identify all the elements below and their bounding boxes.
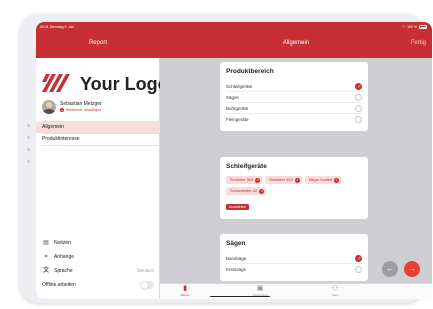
notes-icon: ▤ xyxy=(43,240,49,246)
option-label: Bohrgeräte xyxy=(226,106,249,111)
radio-circle[interactable] xyxy=(355,94,362,101)
document-icon: ▮ xyxy=(183,285,187,292)
option-label: Bandsäge xyxy=(226,256,247,261)
option-label: Sägen xyxy=(226,95,240,100)
people-icon: ⚇ xyxy=(331,285,339,292)
avatar xyxy=(42,100,56,114)
sidebar-attachments[interactable]: ⌗ Anhänge xyxy=(42,252,154,262)
card-scan-icon: ▣ xyxy=(256,285,264,292)
card-saegen: Sägen Bandsäge Kreissäge xyxy=(220,234,368,281)
tab-report[interactable]: ▮ Report xyxy=(165,285,205,299)
sidebar-item-allgemein[interactable]: Allgemein xyxy=(36,122,160,133)
sidebar-item-produktinteresse[interactable]: Produktinteresse xyxy=(36,134,160,145)
chip-label: Schschleifer 42 xyxy=(230,188,258,193)
sidebar-offline: Offline arbeiten xyxy=(42,280,154,290)
card-title: Schleifgeräte xyxy=(226,163,267,170)
remove-icon[interactable]: × xyxy=(255,177,261,183)
card-produktbereich: Produktbereich Schleifgeräte Sägen Bohrg… xyxy=(220,62,368,131)
tab-label: Report xyxy=(180,293,190,297)
add-participant-label: Teilnehmer hinzufügen xyxy=(65,108,102,112)
app-screen: Report Allgemein Fertig 09:41 Dienstag 9… xyxy=(36,22,432,299)
side-sensor xyxy=(27,148,30,151)
remove-icon[interactable]: × xyxy=(294,177,300,183)
sidebar-item-label: Allgemein xyxy=(42,124,64,130)
radio-circle[interactable] xyxy=(355,266,362,273)
option-fleingeraete[interactable]: Fleingeräte xyxy=(226,114,362,125)
page-title: Allgemein xyxy=(282,40,310,46)
tablet-frame: Report Allgemein Fertig 09:41 Dienstag 9… xyxy=(20,14,432,303)
back-button[interactable]: ← xyxy=(382,261,398,277)
user-profile[interactable]: Sebastian Metzger + Teilnehmer hinzufüge… xyxy=(42,100,154,116)
chip[interactable]: Mega-Schleif × xyxy=(304,176,342,184)
remove-icon[interactable]: × xyxy=(259,188,265,194)
chip-label: Schleifer 400 xyxy=(269,177,293,182)
attachments-label: Anhänge xyxy=(54,254,75,260)
tab-bar: ▮ Report ▣ Visitenkarte ⚇ Team xyxy=(160,283,432,299)
sidebar-item-label: Produktinteresse xyxy=(42,136,80,142)
checkmark-icon[interactable] xyxy=(355,83,363,91)
paperclip-icon: ⌗ xyxy=(44,254,48,260)
offline-toggle[interactable] xyxy=(140,281,154,289)
remove-icon[interactable]: × xyxy=(334,177,340,183)
plus-icon: + xyxy=(60,108,64,112)
sidebar: Your Logo Sebastian Metzger + Teilnehmer… xyxy=(36,58,169,299)
radio-circle[interactable] xyxy=(355,116,362,123)
option-label: Kreissäge xyxy=(226,267,247,272)
option-label: Fleingeräte xyxy=(226,117,249,122)
home-indicator xyxy=(210,295,270,297)
add-participant-link[interactable]: + Teilnehmer hinzufügen xyxy=(60,108,101,112)
card-schleifgeraete: Schleifgeräte Schleifer 300 × Schleifer … xyxy=(220,157,368,219)
divider xyxy=(42,145,160,146)
chip[interactable]: Schleifer 300 × xyxy=(226,176,263,184)
card-title: Sägen xyxy=(226,240,246,247)
side-sensor xyxy=(27,160,30,163)
arrow-right-icon: → xyxy=(408,264,416,273)
tab-label: Team xyxy=(331,293,339,297)
status-date: Dienstag 9. Jan xyxy=(49,25,75,29)
logo-stripes-icon xyxy=(42,74,70,92)
tab-team[interactable]: ⚇ Team xyxy=(315,285,355,299)
sidebar-language[interactable]: 文 Sprache Deutsch xyxy=(42,266,154,276)
status-bar: 09:41 Dienstag 9. Jan ◠ 100 % xyxy=(36,22,432,32)
arrow-left-icon: ← xyxy=(386,264,394,273)
chip[interactable]: Schleifer 400 × xyxy=(265,176,302,184)
main-content: Produktbereich Schleifgeräte Sägen Bohrg… xyxy=(160,58,432,283)
done-button[interactable]: Fertig xyxy=(411,40,426,46)
notes-label: Notizen xyxy=(54,240,71,246)
battery-icon xyxy=(419,25,427,29)
chip-label: Schleifer 300 xyxy=(230,177,254,182)
company-logo: Your Logo xyxy=(42,74,169,94)
language-value: Deutsch xyxy=(137,268,154,273)
option-label: Schleifgeräte xyxy=(226,84,253,89)
option-saegen[interactable]: Sägen xyxy=(226,92,362,103)
offline-label: Offline arbeiten xyxy=(42,282,76,288)
option-bandsaege[interactable]: Bandsäge xyxy=(226,253,363,264)
sidebar-title: Report xyxy=(88,40,107,46)
sidebar-notes[interactable]: ▤ Notizen xyxy=(42,238,154,248)
radio-circle[interactable] xyxy=(355,105,362,112)
status-time: 09:41 xyxy=(40,25,49,29)
battery-percent: 100 % xyxy=(407,25,417,29)
option-bohrgeraete[interactable]: Bohrgeräte xyxy=(226,103,362,114)
chip-list: Schleifer 300 × Schleifer 400 × Mega-Sch… xyxy=(226,176,362,195)
chip[interactable]: Schschleifer 42 × xyxy=(226,187,267,195)
language-label: Sprache xyxy=(54,268,73,274)
logo-text: Your Logo xyxy=(80,74,169,94)
side-sensor xyxy=(27,136,30,139)
select-button[interactable]: Auswählen xyxy=(226,204,250,210)
option-kreissaege[interactable]: Kreissäge xyxy=(226,264,362,275)
option-schleifgeraete[interactable]: Schleifgeräte xyxy=(226,81,363,92)
user-name: Sebastian Metzger xyxy=(60,101,102,107)
checkmark-icon[interactable] xyxy=(355,255,363,263)
wifi-icon: ◠ xyxy=(402,25,406,29)
side-sensor xyxy=(27,124,30,127)
translate-icon: 文 xyxy=(42,268,49,274)
chip-label: Mega-Schleif xyxy=(308,177,333,182)
next-button[interactable]: → xyxy=(404,261,420,277)
card-title: Produktbereich xyxy=(226,68,274,75)
